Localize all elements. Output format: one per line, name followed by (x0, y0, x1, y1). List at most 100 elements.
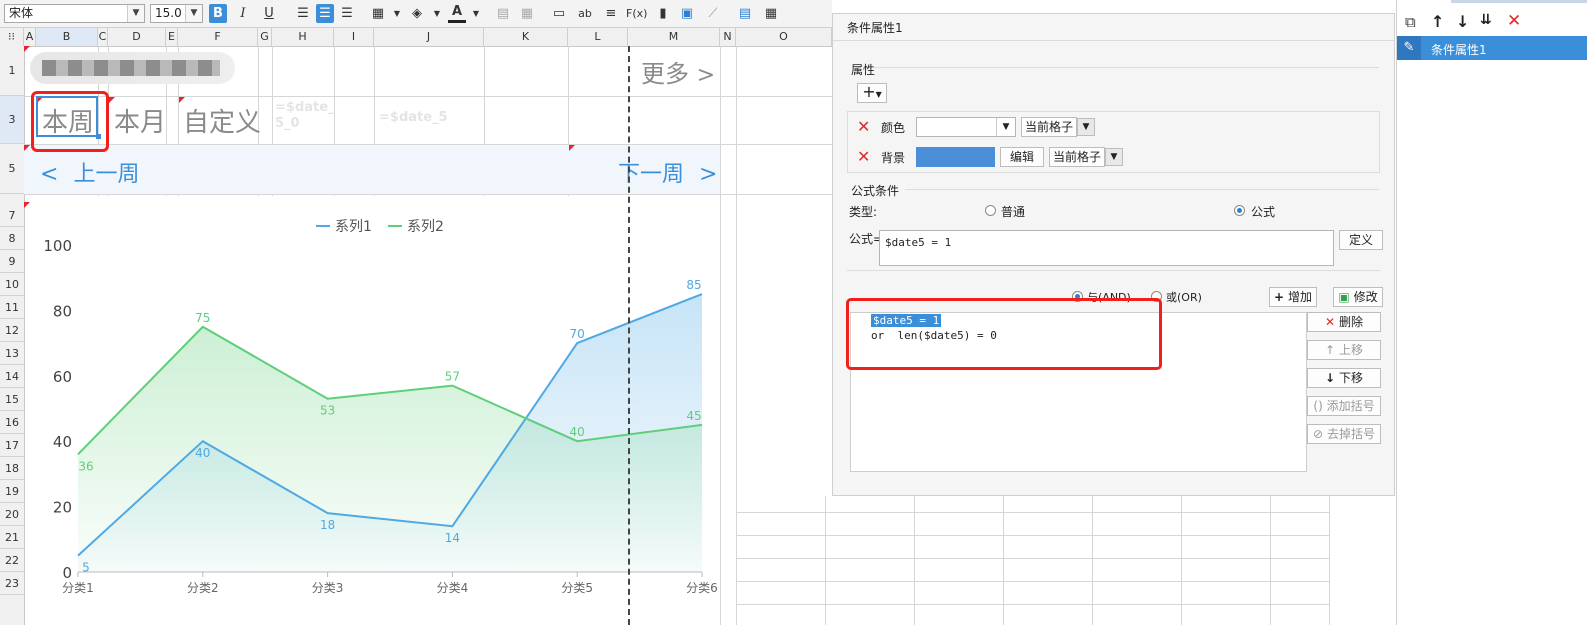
formula-cell-j3[interactable]: =$date_5 (379, 110, 448, 125)
bg-color-swatch[interactable] (916, 147, 995, 167)
type-normal-radio[interactable] (985, 205, 996, 216)
chart-icon[interactable]: ▮ (654, 4, 672, 23)
prev-week-button[interactable]: < 上一周 (40, 156, 139, 188)
chevron-down-icon[interactable]: ▼ (388, 4, 406, 23)
row-header-14[interactable]: 14 (0, 365, 24, 388)
column-header-k[interactable]: K (484, 28, 568, 46)
remove-color-icon[interactable]: ✕ (857, 117, 870, 136)
column-header-m[interactable]: M (628, 28, 720, 46)
define-button[interactable]: 定义 (1339, 230, 1383, 250)
delete-icon[interactable]: ✕ (1507, 11, 1521, 31)
column-header-n[interactable]: N (720, 28, 736, 46)
arrow-up-icon[interactable]: ↑ (1431, 12, 1444, 31)
row-header-7[interactable]: 7 (0, 204, 24, 227)
column-header-i[interactable]: I (334, 28, 374, 46)
row-header-19[interactable]: 19 (0, 480, 24, 503)
move-up-button[interactable]: ↑ 上移 (1307, 340, 1381, 360)
chevron-down-icon[interactable]: ▼ (185, 5, 202, 22)
edit-bg-button[interactable]: 编辑 (1000, 147, 1044, 167)
font-size-select[interactable]: 15.0 ▼ (150, 4, 203, 23)
row-header-10[interactable]: 10 (0, 273, 24, 296)
this-month-button[interactable]: 本月 (114, 102, 166, 139)
underline-button[interactable]: U (260, 4, 278, 23)
row-header-16[interactable]: 16 (0, 411, 24, 434)
copy-icon[interactable]: ⧉ (1405, 13, 1416, 31)
column-header-j[interactable]: J (374, 28, 484, 46)
column-header-a[interactable]: A (24, 28, 36, 46)
color-scope-select[interactable]: 当前格子 (1021, 117, 1077, 137)
more-link[interactable]: 更多 > (641, 54, 715, 89)
column-header-b[interactable]: B (36, 28, 98, 46)
formula-button[interactable]: F(x) (626, 4, 647, 23)
row-header-21[interactable]: 21 (0, 526, 24, 549)
select-all-corner[interactable]: ⁝⁝ (0, 28, 24, 46)
list-item[interactable]: ✎ 条件属性1 (1397, 36, 1587, 60)
chevron-down-icon[interactable]: ▼ (1077, 118, 1095, 136)
remove-bg-icon[interactable]: ✕ (857, 147, 870, 166)
column-header-f[interactable]: F (178, 28, 258, 46)
column-header-g[interactable]: G (258, 28, 272, 46)
bg-scope-select[interactable]: 当前格子 (1049, 147, 1105, 167)
move-down-button[interactable]: ↓ 下移 (1307, 368, 1381, 388)
row-header-11[interactable]: 11 (0, 296, 24, 319)
font-name-select[interactable]: 宋体 ▼ (4, 4, 145, 23)
row-header-3[interactable]: 3 (0, 96, 24, 144)
align-justify-icon[interactable]: ≡ (602, 4, 620, 23)
row-header-13[interactable]: 13 (0, 342, 24, 365)
next-week-button[interactable]: 下一周 > (618, 156, 717, 188)
type-formula-radio[interactable] (1234, 205, 1245, 216)
italic-button[interactable]: I (234, 4, 252, 23)
arrow-down-icon[interactable]: ↓ (1456, 12, 1469, 31)
row-header-15[interactable]: 15 (0, 388, 24, 411)
add-bracket-button[interactable]: () 添加括号 (1307, 396, 1381, 416)
text-button[interactable]: ab (576, 4, 594, 23)
column-header-c[interactable]: C (98, 28, 108, 46)
custom-button[interactable]: 自定义 (183, 102, 261, 139)
column-header-o[interactable]: O (736, 28, 832, 46)
row-header-20[interactable]: 20 (0, 503, 24, 526)
data-label: 85 (686, 278, 701, 292)
chevron-down-icon[interactable]: ▼ (428, 4, 446, 23)
widget-icon[interactable]: ▤ (736, 4, 754, 23)
row-header-17[interactable]: 17 (0, 434, 24, 457)
table-icon[interactable]: ▦ (762, 4, 780, 23)
unmerge-icon[interactable]: ▦ (518, 4, 536, 23)
line-break-icon[interactable]: ▭ (550, 4, 568, 23)
chevron-down-icon[interactable]: ▼ (996, 118, 1015, 136)
row-header-18[interactable]: 18 (0, 457, 24, 480)
remove-bracket-button[interactable]: ⊘ 去掉括号 (1307, 424, 1381, 444)
row-header-9[interactable]: 9 (0, 250, 24, 273)
fill-color-icon[interactable]: ◈ (408, 4, 426, 23)
row-header-1[interactable]: 1 (0, 46, 24, 96)
align-right-icon[interactable]: ☰ (338, 4, 356, 23)
image-icon[interactable]: ▣ (678, 4, 696, 23)
formula-cell-h3[interactable]: =$date_ 5_0 (275, 100, 335, 132)
formula-input[interactable]: $date5 = 1 (879, 230, 1334, 266)
row-header-5[interactable]: 5 (0, 144, 24, 194)
delete-condition-button[interactable]: ✕ 删除 (1307, 312, 1381, 332)
merge-icon[interactable]: ▤ (494, 4, 512, 23)
row-header-12[interactable]: 12 (0, 319, 24, 342)
chevron-down-icon[interactable]: ▼ (127, 5, 144, 22)
row-header-22[interactable]: 22 (0, 549, 24, 572)
align-center-icon[interactable]: ☰ (316, 4, 334, 23)
bold-button[interactable]: B (209, 4, 227, 23)
row-header-8[interactable]: 8 (0, 227, 24, 250)
modify-condition-button[interactable]: ▣ 修改 (1333, 287, 1383, 307)
border-icon[interactable]: ▦ (369, 4, 387, 23)
color-picker[interactable]: ▼ (916, 117, 1016, 137)
add-attr-button[interactable]: +▼ (857, 83, 887, 103)
font-color-icon[interactable]: A (448, 4, 466, 23)
slash-icon[interactable]: ⟋ (704, 4, 722, 23)
area-chart[interactable]: 0 20 40 60 80 100 分类1 分类2 分类3 分类4 分类5 分类6 5 40 18 14 70 8… (24, 195, 720, 625)
align-left-icon[interactable]: ☰ (294, 4, 312, 23)
add-condition-button[interactable]: + 增加 (1269, 287, 1317, 307)
chevron-down-icon[interactable]: ▼ (1105, 148, 1123, 166)
column-header-d[interactable]: D (108, 28, 166, 46)
column-header-h[interactable]: H (272, 28, 334, 46)
row-header-23[interactable]: 23 (0, 572, 24, 595)
column-header-e[interactable]: E (166, 28, 178, 46)
move-bottom-icon[interactable]: ⇊ (1480, 12, 1492, 28)
column-header-l[interactable]: L (568, 28, 628, 46)
chevron-down-icon[interactable]: ▼ (467, 4, 485, 23)
